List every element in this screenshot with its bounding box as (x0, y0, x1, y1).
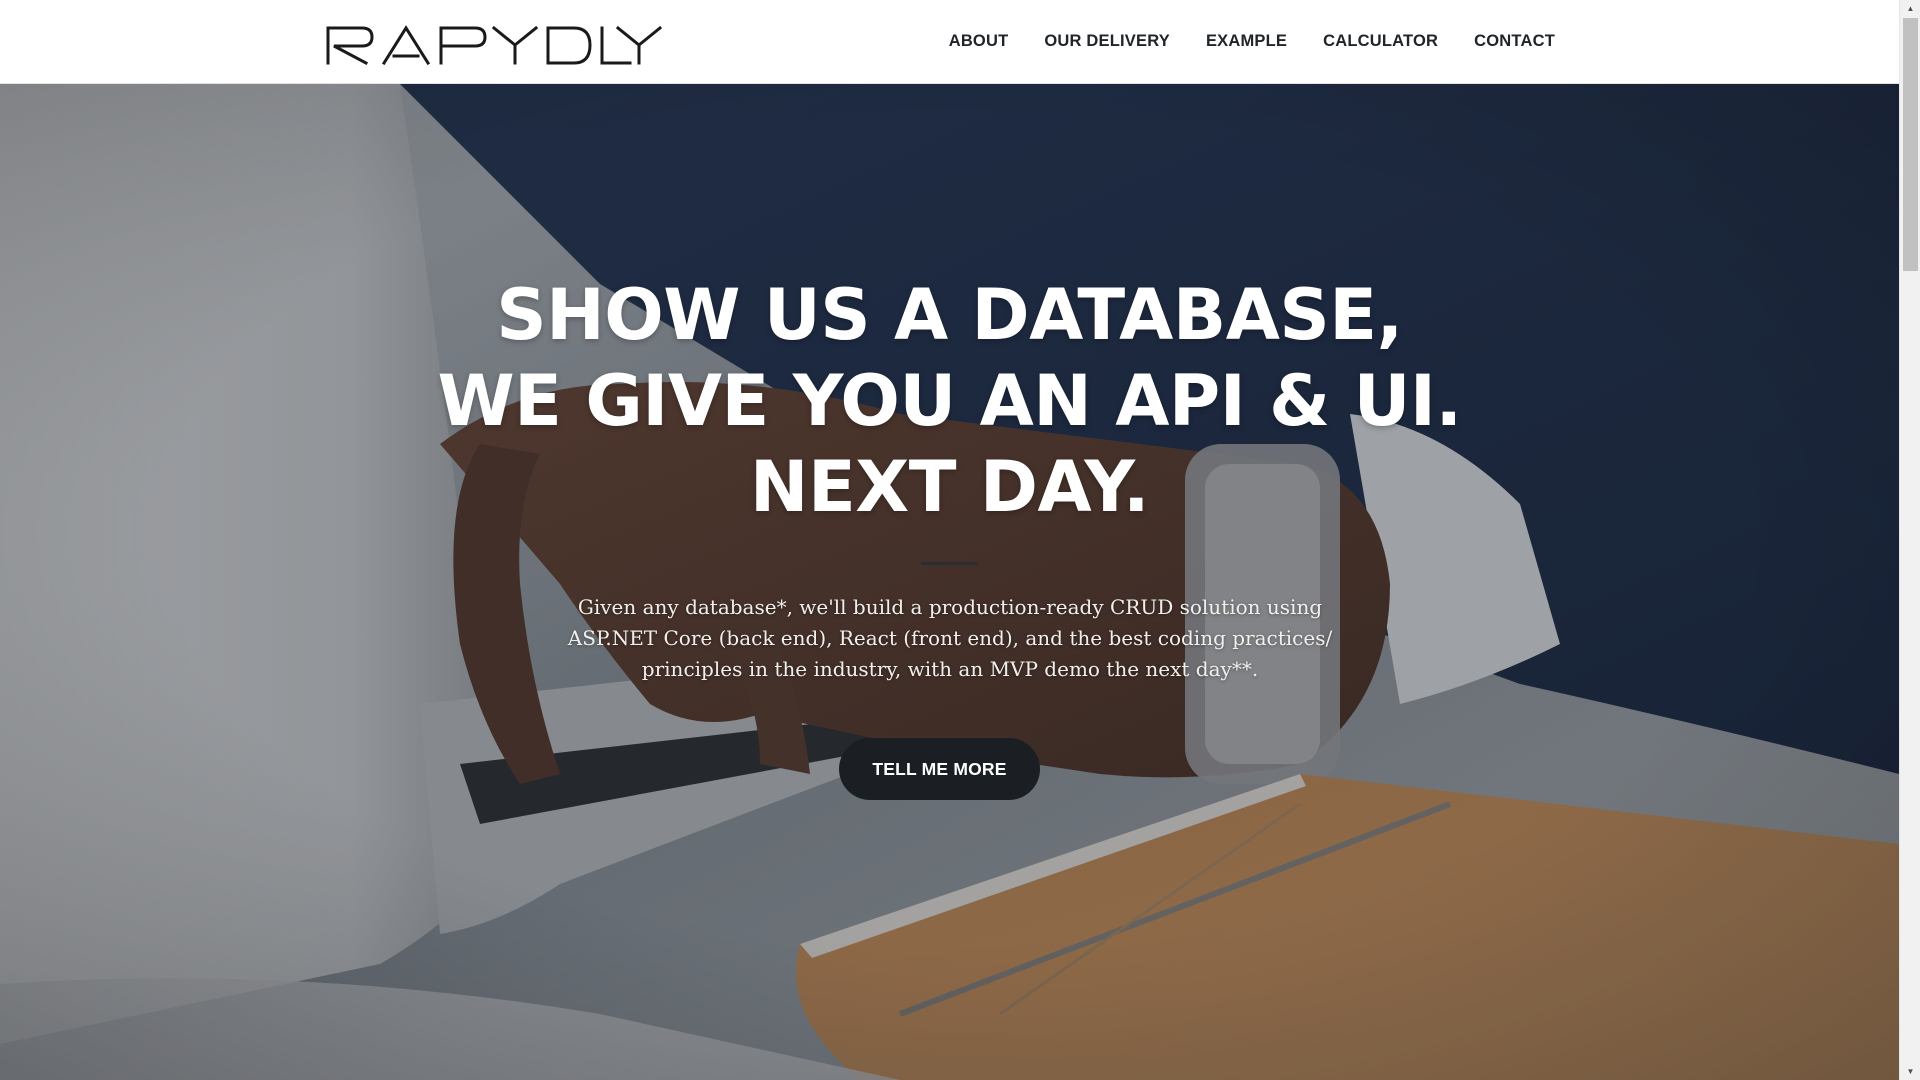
hero-dark-overlay (0, 84, 1899, 1080)
headline-line-2: WE GIVE YOU AN API & UI. (437, 360, 1462, 442)
headline-line-3: NEXT DAY. (749, 446, 1150, 528)
nav-item-example[interactable]: EXAMPLE (1206, 32, 1287, 51)
hero-divider (921, 562, 978, 565)
logo-wordmark (326, 25, 662, 65)
rapydly-logo[interactable] (326, 25, 662, 65)
scrollbar-thumb[interactable] (1903, 18, 1918, 271)
scroll-up-arrow-icon[interactable]: ▲ (1900, 0, 1920, 17)
nav-item-our-delivery[interactable]: OUR DELIVERY (1044, 32, 1170, 51)
main-nav: ABOUT OUR DELIVERY EXAMPLE CALCULATOR CO… (949, 0, 1555, 83)
vertical-scrollbar[interactable]: ▲ ▼ (1899, 0, 1920, 1080)
tell-me-more-button[interactable]: TELL ME MORE (839, 738, 1040, 800)
headline-line-1: SHOW US A DATABASE, (496, 274, 1403, 356)
top-navbar: ABOUT OUR DELIVERY EXAMPLE CALCULATOR CO… (0, 0, 1899, 84)
page-viewport: ABOUT OUR DELIVERY EXAMPLE CALCULATOR CO… (0, 0, 1899, 1080)
nav-item-about[interactable]: ABOUT (949, 32, 1009, 51)
scroll-down-arrow-icon[interactable]: ▼ (1900, 1063, 1920, 1080)
hero-section: SHOW US A DATABASE, WE GIVE YOU AN API &… (0, 84, 1899, 1080)
nav-item-contact[interactable]: CONTACT (1474, 32, 1555, 51)
hero-description: Given any database*, we'll build a produ… (567, 595, 1333, 681)
hero-headline: SHOW US A DATABASE, WE GIVE YOU AN API &… (0, 272, 1899, 530)
nav-item-calculator[interactable]: CALCULATOR (1323, 32, 1438, 51)
